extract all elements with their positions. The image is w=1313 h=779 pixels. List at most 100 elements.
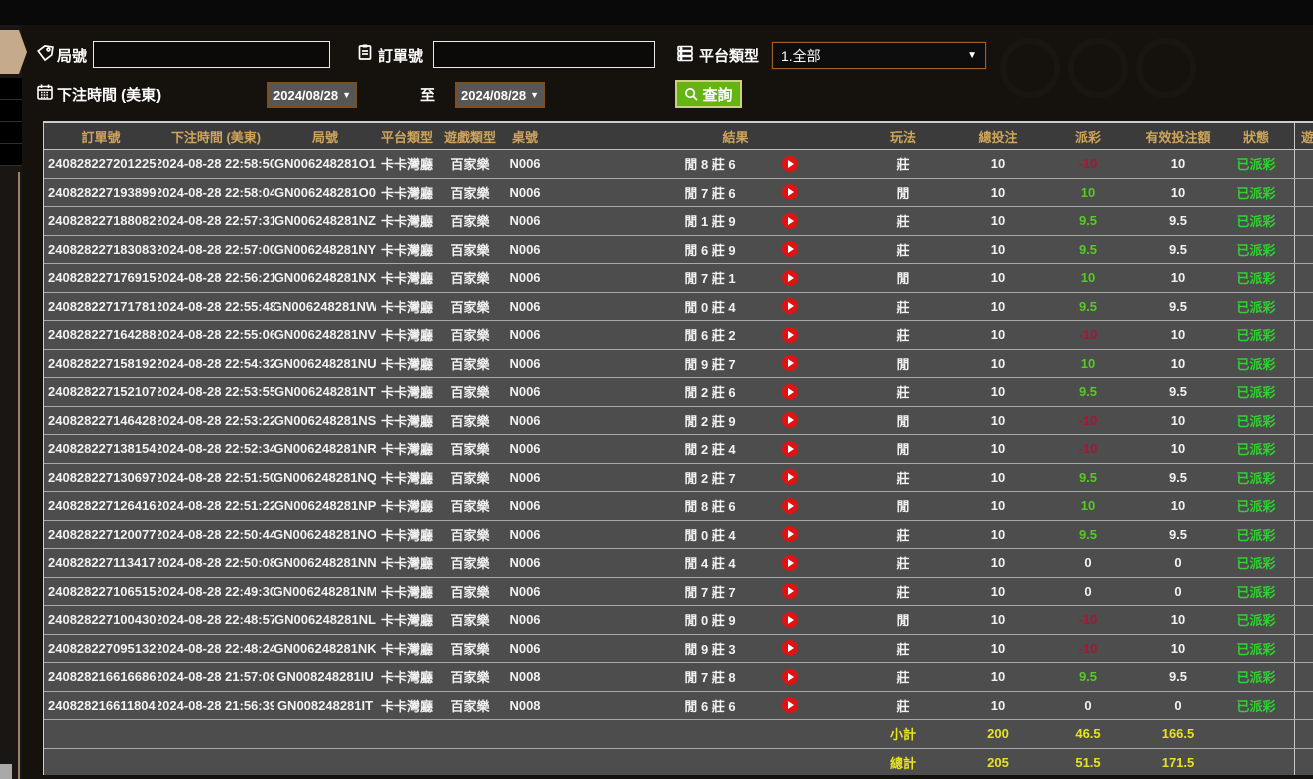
- cell-total-bet: 10: [990, 156, 1006, 172]
- cell-platform-type: 卡卡灣廳: [380, 328, 433, 344]
- platform-type-label: 平台類型: [699, 48, 760, 65]
- cell-game-no: GN006248281NY: [274, 241, 376, 257]
- platform-type-value: 1.全部: [781, 47, 821, 64]
- cell-game-type: 百家樂: [450, 185, 490, 201]
- play-video-icon[interactable]: [781, 526, 798, 543]
- cell-detail: [1294, 720, 1313, 748]
- table-row: 240828227171781 2024-08-28 22:55:48 GN0062…: [44, 292, 1313, 321]
- cell-valid-bet: 10: [1170, 498, 1186, 514]
- sidebar-hidden-item: [0, 144, 22, 166]
- result-text: 閒 6 莊 6: [684, 698, 736, 714]
- cell-table-no: N006: [509, 355, 541, 371]
- cell-detail: [1294, 463, 1313, 491]
- play-video-icon[interactable]: [781, 440, 798, 457]
- result-text: 閒 7 莊 7: [684, 584, 736, 600]
- date-from-value: 2024/08/28: [273, 87, 339, 103]
- cell-bet-time: 2024-08-28 22:58:04: [158, 184, 274, 200]
- cell-play-type: 莊: [896, 157, 910, 173]
- cell-platform-type: 卡卡灣廳: [380, 641, 433, 657]
- cell-platform-type: 卡卡灣廳: [380, 185, 433, 201]
- platform-type-select[interactable]: 1.全部 ▼: [771, 41, 987, 70]
- date-from-picker[interactable]: 2024/08/28 ▼: [267, 82, 357, 108]
- date-to-value: 2024/08/28: [461, 87, 527, 103]
- clipboard-icon: [356, 43, 374, 61]
- sidebar-collapse-tab[interactable]: [0, 30, 27, 74]
- play-video-icon[interactable]: [781, 583, 798, 600]
- date-to-picker[interactable]: 2024/08/28 ▼: [455, 82, 545, 108]
- table-row: 240828227183083 2024-08-28 22:57:00 GN0062…: [44, 235, 1313, 264]
- cell-order-no: 240828227152107: [48, 384, 157, 400]
- play-video-icon[interactable]: [781, 355, 798, 372]
- column-header-order-no: 訂單號: [81, 129, 121, 145]
- play-video-icon[interactable]: [781, 326, 798, 343]
- cell-play-type: 閒: [896, 499, 910, 515]
- cell-bet-time: 2024-08-28 22:55:06: [158, 327, 274, 343]
- play-video-icon[interactable]: [781, 298, 798, 315]
- cell-platform-type: 卡卡灣廳: [380, 356, 433, 372]
- play-video-icon[interactable]: [781, 383, 798, 400]
- play-video-icon[interactable]: [781, 212, 798, 229]
- cell-table-no: N006: [509, 498, 541, 514]
- cell-game-no: GN006248281NP: [274, 498, 376, 514]
- cell-result: 閒 7 莊 8: [548, 663, 848, 691]
- cell-payout: 10: [1080, 184, 1096, 200]
- table-row: 240828227152107 2024-08-28 22:53:55 GN0062…: [44, 378, 1313, 407]
- cell-play-type: 莊: [896, 242, 910, 258]
- cell-game-no: GN006248281NN: [274, 555, 376, 571]
- play-video-icon[interactable]: [781, 184, 798, 201]
- play-video-icon[interactable]: [781, 554, 798, 571]
- cell-result: 閒 8 莊 6: [548, 150, 848, 178]
- cell-valid-bet: 10: [1170, 327, 1186, 343]
- cell-game-type: 百家樂: [450, 157, 490, 173]
- search-button[interactable]: 查詢: [675, 80, 742, 108]
- cell-detail: [1294, 492, 1313, 520]
- cell-game-type: [438, 749, 502, 776]
- cell-table-no: N006: [509, 612, 541, 628]
- chevron-down-icon: ▼: [967, 50, 977, 61]
- cell-play-type: 莊: [896, 527, 910, 543]
- sidebar-hidden-item: [0, 122, 22, 144]
- cell-platform-type: 卡卡灣廳: [380, 385, 433, 401]
- cell-platform-type: 卡卡灣廳: [380, 242, 433, 258]
- cell-order-no: 240828216611804: [48, 697, 156, 713]
- cell-bet-time: 2024-08-28 22:48:24: [158, 640, 274, 656]
- play-video-icon[interactable]: [781, 497, 798, 514]
- table-row: 240828227188082 2024-08-28 22:57:31 GN0062…: [44, 207, 1313, 236]
- play-video-icon[interactable]: [781, 155, 798, 172]
- column-header-detail: 遊戲詳情: [1294, 123, 1313, 149]
- play-video-icon[interactable]: [781, 469, 798, 486]
- cell-order-no: 240828227146428: [48, 412, 157, 428]
- play-video-icon[interactable]: [781, 241, 798, 258]
- cell-game-type: 百家樂: [450, 413, 490, 429]
- cell-order-no: 240828227176915: [48, 270, 157, 286]
- table-row: 240828227193899 2024-08-28 22:58:04 GN0062…: [44, 178, 1313, 207]
- game-no-label: 局號: [57, 48, 88, 65]
- column-header-platform-type: 平台類型: [380, 129, 433, 145]
- cell-payout: 9.5: [1078, 213, 1098, 229]
- play-video-icon[interactable]: [781, 668, 798, 685]
- game-no-input[interactable]: [93, 41, 330, 68]
- cell-order-no: 240828227120077: [48, 526, 157, 542]
- result-text: 閒 2 莊 6: [684, 385, 736, 401]
- cell-valid-bet: 9.5: [1168, 298, 1188, 314]
- table-row: 240828227146428 2024-08-28 22:53:22 GN0062…: [44, 406, 1313, 435]
- scrollbar-corner[interactable]: [0, 764, 12, 779]
- column-header-valid-bet: 有效投注額: [1145, 129, 1211, 145]
- result-text: 閒 6 莊 9: [684, 242, 736, 258]
- grand-total-row: 總計 205 51.5 171.5: [44, 748, 1313, 776]
- table-row: 240828227126416 2024-08-28 22:51:22 GN0062…: [44, 492, 1313, 521]
- play-video-icon[interactable]: [781, 611, 798, 628]
- play-video-icon[interactable]: [781, 640, 798, 657]
- play-video-icon[interactable]: [781, 697, 798, 714]
- order-no-label: 訂單號: [378, 48, 424, 65]
- play-video-icon[interactable]: [781, 269, 798, 286]
- play-video-icon[interactable]: [781, 412, 798, 429]
- cell-total-bet: 10: [990, 669, 1006, 685]
- cell-valid-bet: 10: [1170, 156, 1186, 172]
- cell-bet-time: 2024-08-28 22:54:32: [158, 355, 274, 371]
- cell-game-type: 百家樂: [450, 356, 490, 372]
- order-no-input[interactable]: [433, 41, 655, 68]
- cell-result: 閒 6 莊 6: [548, 692, 848, 720]
- cell-result: 閒 0 莊 9: [548, 606, 848, 634]
- cell-game-no: GN006248281NQ: [274, 469, 376, 485]
